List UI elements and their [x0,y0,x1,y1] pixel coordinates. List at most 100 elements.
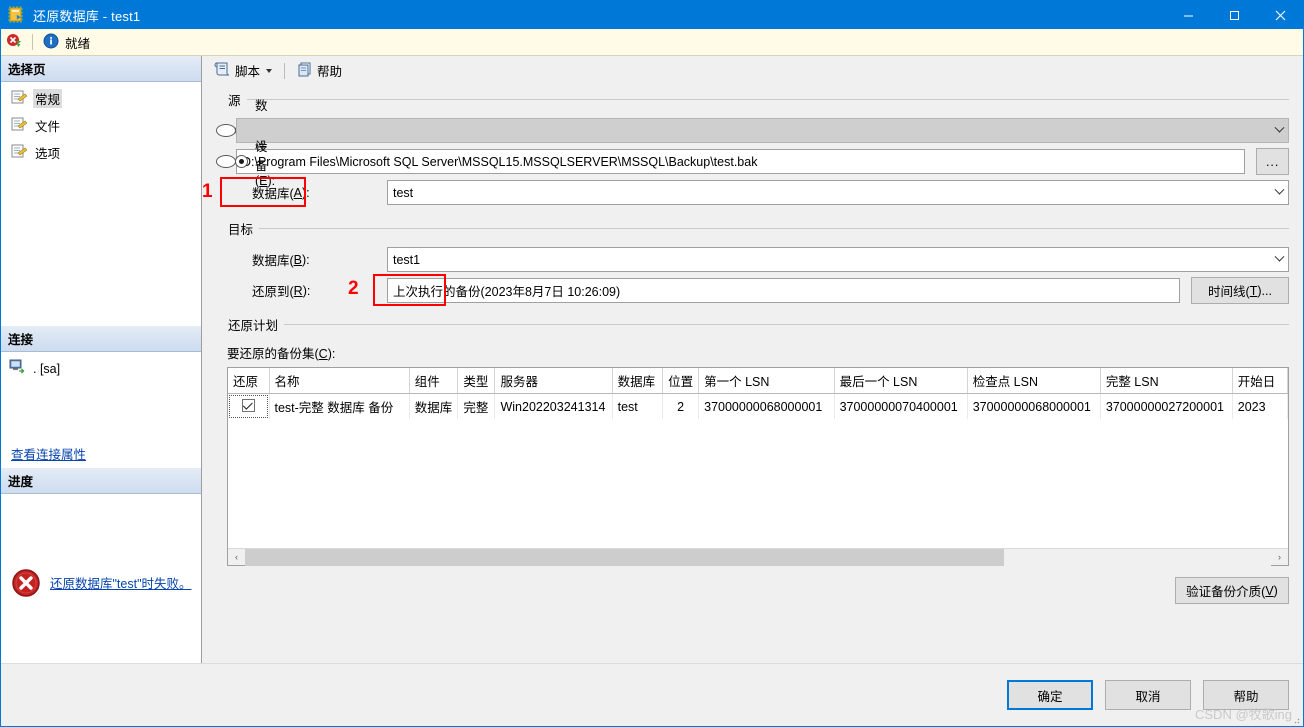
timeline-button[interactable]: 时间线(T)... [1191,277,1289,304]
ok-button[interactable]: 确定 [1007,680,1093,710]
window-controls [1165,1,1303,29]
toolbar-separator [32,34,33,50]
destination-restore-to-input: 上次执行的备份(2023年8月7日 10:26:09) [387,278,1180,303]
col-first-lsn[interactable]: 第一个 LSN [698,368,835,394]
destination-database-control: test1 [387,247,1289,272]
cancel-button[interactable]: 取消 [1105,680,1191,710]
source-device-radio-label: 设备(E): [255,139,276,188]
sidebar-item-options[interactable]: 选项 [7,141,66,164]
page-icon [11,90,28,108]
cell-start-date: 2023 [1232,393,1288,419]
progress-message-link[interactable]: 还原数据库"test"时失败。 [50,577,192,592]
destination-database-combo[interactable]: test1 [387,247,1289,272]
checkbox-checked-icon[interactable] [241,398,255,412]
source-database-row: 数据库(D): [216,99,1289,166]
cell-full-lsn: 37000000027200001 [1100,393,1233,419]
restore-plan-group: 还原计划 要还原的备份集(C): 还原 名称 组件 类型 服务器 数据库 位置 … [216,315,1289,604]
error-icon [6,33,22,52]
connection-body: . [sa] [1,352,201,444]
destination-group-label: 目标 [228,223,254,237]
minimize-button[interactable] [1165,1,1211,29]
restore-database-dialog: 还原数据库 - test1 就绪 选择页 常规 文件 选项 连接 . [sa] … [0,0,1304,727]
source-db-label: 数据库(A): [252,185,310,202]
help-toolbar-button[interactable]: 帮助 [293,59,346,82]
group-rule [284,324,1289,325]
page-list: 常规 文件 选项 [1,82,201,168]
cell-restore-checkbox[interactable] [228,393,270,419]
col-server[interactable]: 服务器 [494,368,613,394]
cell-position: 2 [662,393,700,419]
source-database-combo[interactable] [236,118,1289,143]
server-icon [9,359,26,378]
chevron-down-icon[interactable] [1271,251,1288,263]
view-connection-properties-link[interactable]: 查看连接属性 [11,448,86,462]
destination-group-body: 数据库(B): test1 还原到(R): 上次执行的备份(2023年8月7… [216,238,1289,304]
grid-scroll-area: 还原 名称 组件 类型 服务器 数据库 位置 第一个 LSN 最后一个 LSN … [228,368,1288,548]
col-component[interactable]: 组件 [409,368,459,394]
scroll-track[interactable] [245,548,1271,566]
left-pane: 选择页 常规 文件 选项 连接 . [sa] 查看连接属性 进度 还原数据库"t… [1,56,202,663]
destination-database-value: test1 [393,252,421,267]
window-title: 还原数据库 - test1 [33,8,141,24]
resize-grip[interactable] [1290,713,1300,724]
sidebar-item-label: 选项 [35,147,61,161]
connection-row: . [sa] [9,359,201,378]
script-label: 脚本 [235,65,261,79]
col-restore[interactable]: 还原 [228,368,270,394]
info-icon [43,33,59,52]
source-database-radio[interactable]: 数据库(D): [216,99,276,166]
col-position[interactable]: 位置 [662,368,700,394]
source-group-title: 源 [216,90,1289,109]
sidebar-item-files[interactable]: 文件 [7,114,66,137]
col-checkpoint-lsn[interactable]: 检查点 LSN [967,368,1101,394]
status-text: 就绪 [65,36,91,51]
restore-plan-group-title: 还原计划 [216,315,1289,334]
script-icon [214,61,231,80]
view-connection-properties-line: 查看连接属性 [1,444,201,468]
col-name[interactable]: 名称 [269,368,410,394]
cell-server: Win202203241314 [494,393,613,419]
backup-sets-table: 还原 名称 组件 类型 服务器 数据库 位置 第一个 LSN 最后一个 LSN … [228,368,1288,419]
chevron-down-icon[interactable] [266,68,273,73]
scroll-right-icon[interactable]: › [1271,549,1288,566]
scroll-left-icon[interactable]: ‹ [228,549,245,566]
destination-restore-to-row: 还原到(R): 上次执行的备份(2023年8月7日 10:26:09) 时间线(… [216,277,1289,304]
maximize-button[interactable] [1211,1,1257,29]
grid-horizontal-scrollbar[interactable]: ‹ › [228,548,1288,566]
connection-value: . [sa] [33,361,61,376]
browse-device-button[interactable]: ... [1256,148,1289,175]
source-device-row: 设备(E): D:\Program Files\Microsoft SQL Se… [216,140,1289,188]
col-type[interactable]: 类型 [457,368,496,394]
radio-selected-icon[interactable] [235,155,248,168]
verify-backup-media-button[interactable]: 验证备份介质(V) [1175,577,1289,604]
destination-group-title: 目标 [216,219,1289,238]
title-bar: 还原数据库 - test1 [1,1,1303,29]
sidebar-item-general[interactable]: 常规 [7,87,66,110]
col-start-date[interactable]: 开始日 [1232,368,1288,394]
cell-type: 完整 [457,393,496,419]
close-button[interactable] [1257,1,1303,29]
watermark: CSDN @牧歌ing [1195,707,1292,722]
script-button[interactable]: 脚本 [210,59,276,82]
source-device-input[interactable]: D:\Program Files\Microsoft SQL Server\MS… [236,149,1246,174]
backup-sets-grid: 还原 名称 组件 类型 服务器 数据库 位置 第一个 LSN 最后一个 LSN … [227,367,1289,566]
source-database-control [236,118,1289,143]
col-last-lsn[interactable]: 最后一个 LSN [834,368,968,394]
source-device-radio[interactable]: 设备(E): [216,140,275,188]
verify-row: 验证备份介质(V) [227,566,1289,604]
col-database[interactable]: 数据库 [612,368,664,394]
source-db-combo[interactable]: test [387,180,1289,205]
table-header-row: 还原 名称 组件 类型 服务器 数据库 位置 第一个 LSN 最后一个 LSN … [228,368,1288,394]
cell-database: test [612,393,664,419]
dialog-toolbar: 脚本 帮助 [202,56,1303,82]
destination-group: 目标 数据库(B): test1 还原到(R): 上次执行的备份(2023… [216,219,1289,304]
sidebar-item-label: 文件 [35,120,61,134]
source-db-control: test [387,180,1289,205]
chevron-down-icon[interactable] [1271,122,1288,134]
group-rule [246,99,1289,100]
source-group-label: 源 [228,94,241,108]
scroll-thumb[interactable] [245,548,1005,566]
col-full-lsn[interactable]: 完整 LSN [1100,368,1233,394]
table-row[interactable]: test-完整 数据库 备份 数据库 完整 Win202203241314 te… [228,393,1288,419]
chevron-down-icon[interactable] [1271,184,1288,196]
